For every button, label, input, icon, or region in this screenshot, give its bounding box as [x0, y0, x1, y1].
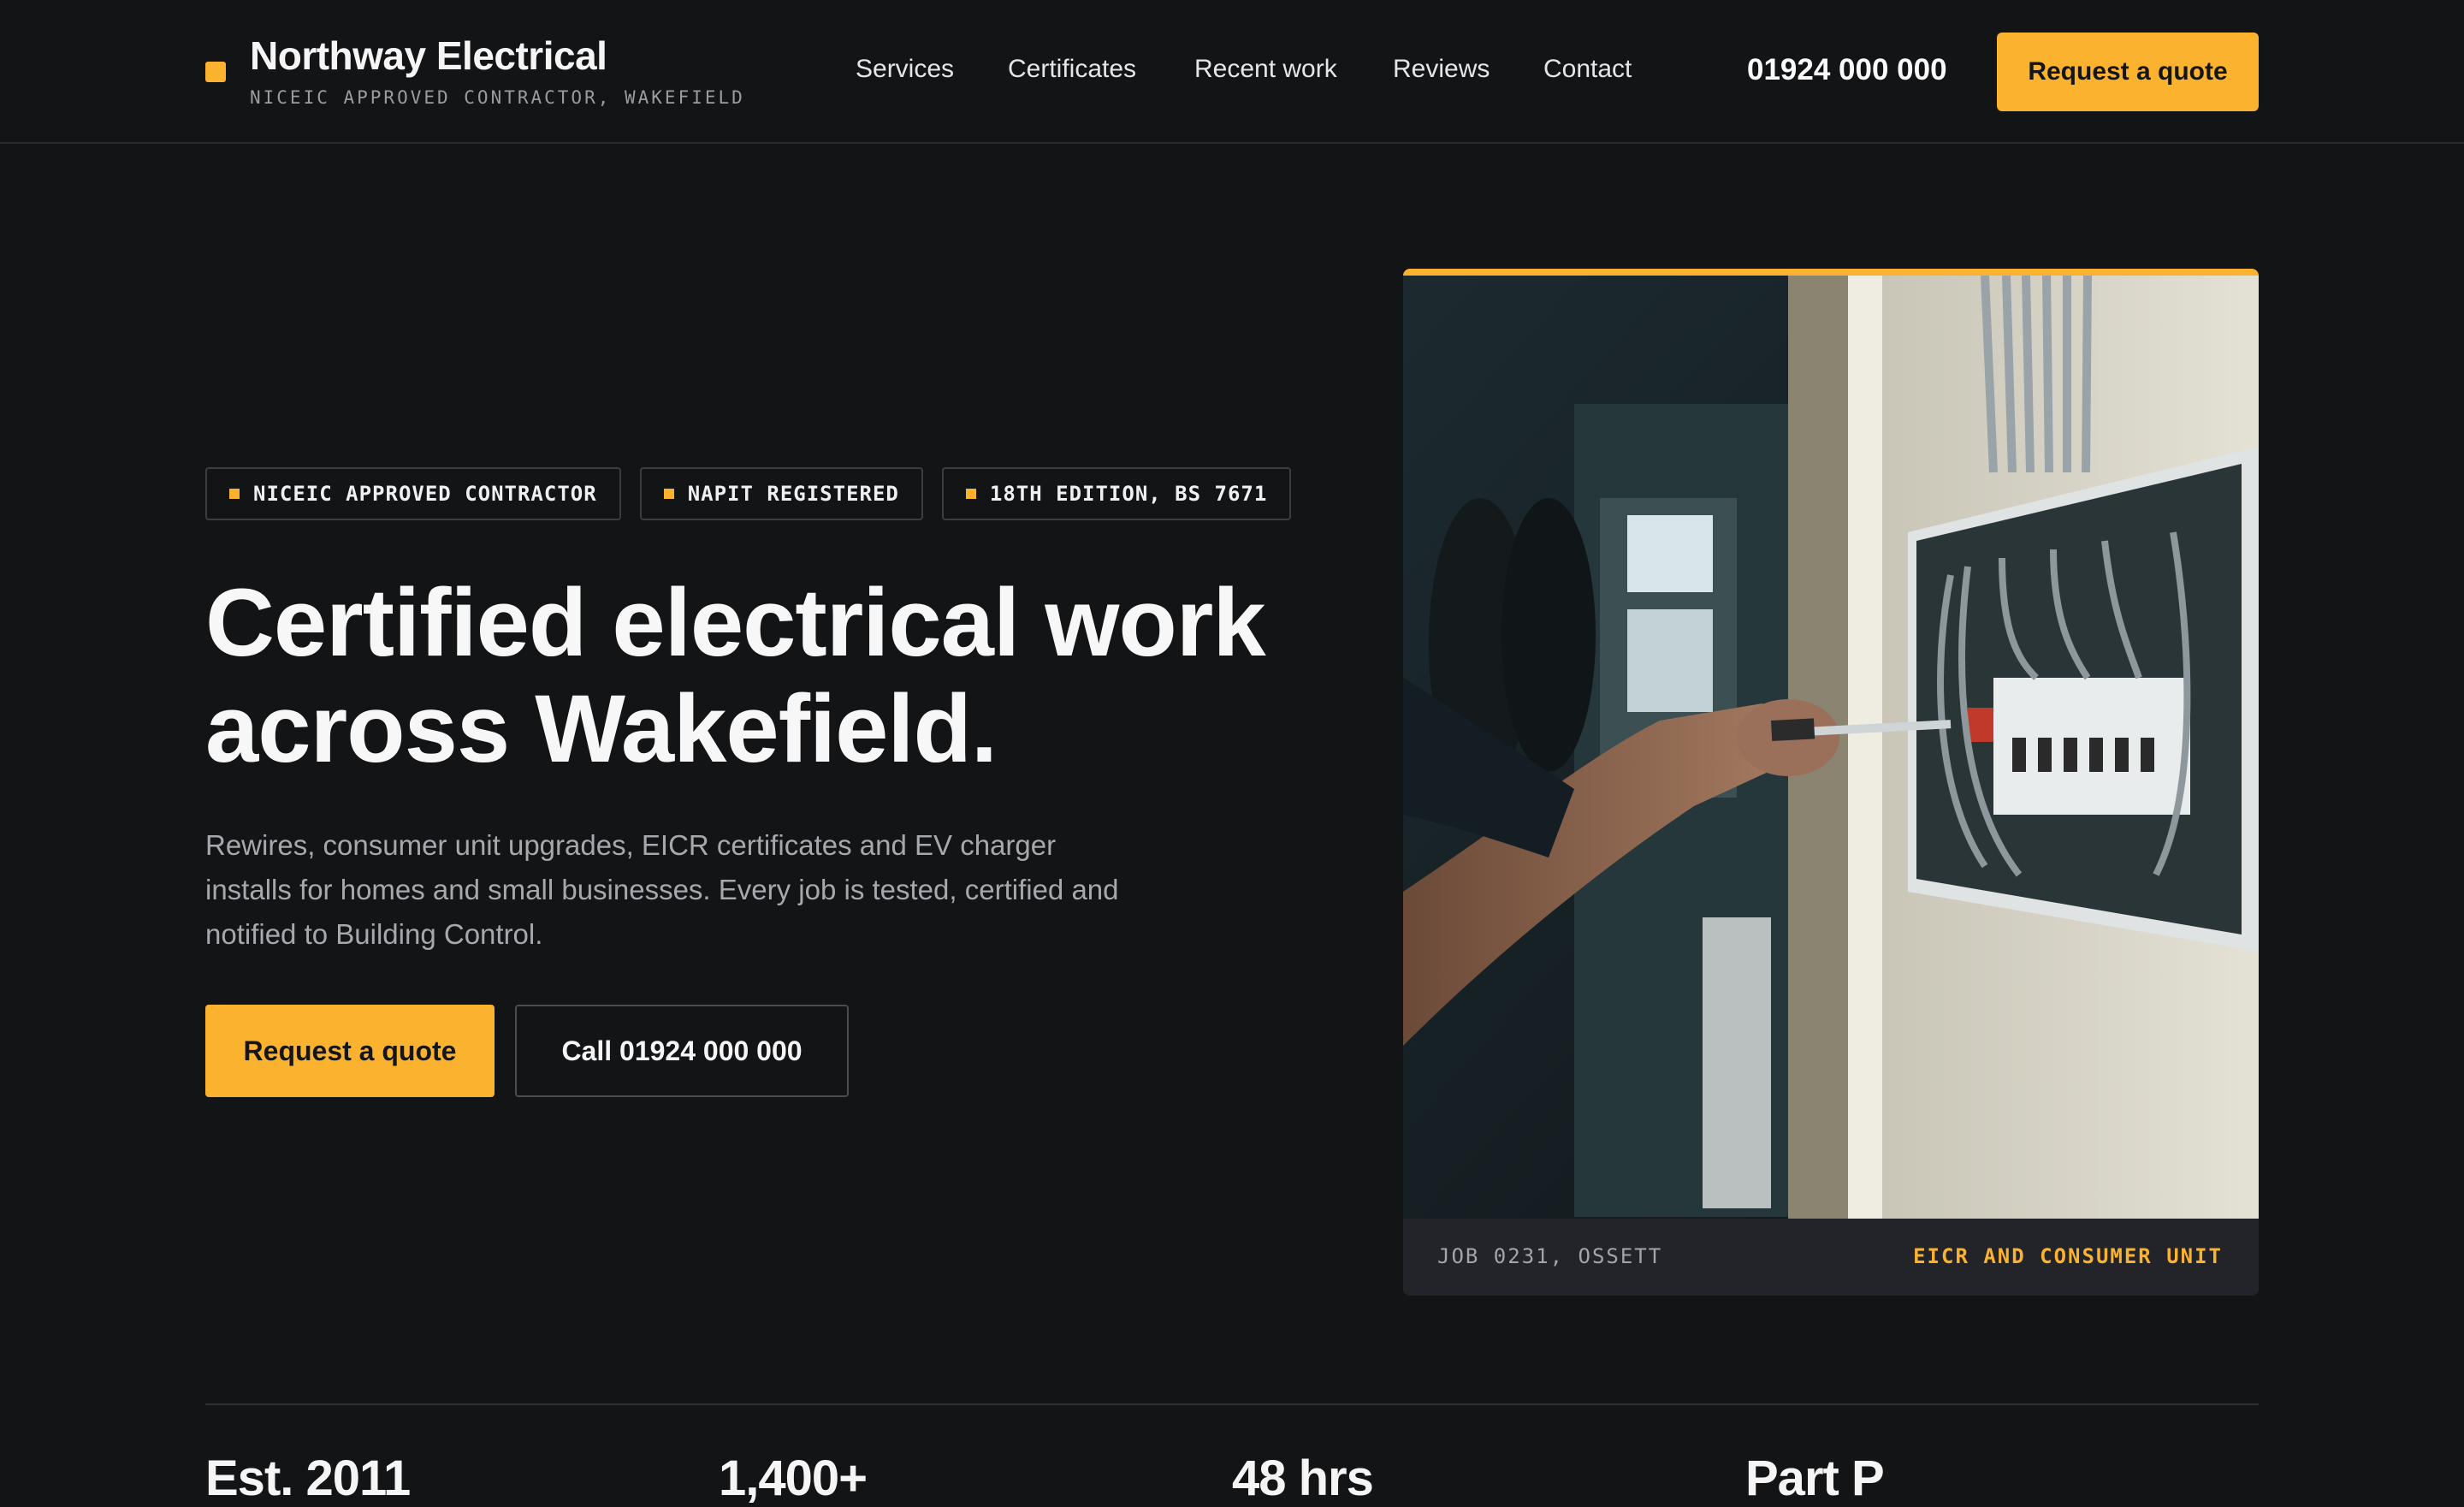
- nav-contact[interactable]: Contact: [1543, 55, 1632, 84]
- badge-label: NAPIT REGISTERED: [687, 482, 899, 506]
- job-photo-card: JOB 0231, OSSETT EICR AND CONSUMER UNIT: [1403, 269, 2259, 1296]
- photo-caption-service: EICR AND CONSUMER UNIT: [1913, 1244, 2223, 1268]
- logo-mark: [205, 62, 226, 82]
- photo-caption-job: JOB 0231, OSSETT: [1437, 1244, 1663, 1268]
- badge-18th-edition: 18TH EDITION, BS 7671: [941, 467, 1292, 520]
- hero-request-quote-button[interactable]: Request a quote: [205, 1005, 495, 1097]
- hero-call-button[interactable]: Call 01924 000 000: [515, 1005, 849, 1097]
- brand-tagline: NICEIC APPROVED CONTRACTOR, WAKEFIELD: [250, 87, 745, 108]
- header-request-quote-button[interactable]: Request a quote: [1997, 33, 2259, 111]
- badge-napit: NAPIT REGISTERED: [639, 467, 923, 520]
- nav-recent-work[interactable]: Recent work: [1194, 55, 1337, 84]
- stat-part-p: Part P: [1745, 1451, 1885, 1506]
- site-header: Northway Electrical NICEIC APPROVED CONT…: [0, 0, 2464, 144]
- badge-label: 18TH EDITION, BS 7671: [989, 482, 1268, 506]
- photo-caption-bar: JOB 0231, OSSETT EICR AND CONSUMER UNIT: [1403, 1219, 2259, 1296]
- accreditation-badges: NICEIC APPROVED CONTRACTOR NAPIT REGISTE…: [205, 467, 1292, 520]
- hero-title-line-2: across Wakefield.: [205, 675, 998, 782]
- hero-title: Certified electrical work across Wakefie…: [205, 570, 1335, 782]
- brand-name[interactable]: Northway Electrical: [250, 33, 607, 79]
- badge-square-icon: [229, 489, 240, 499]
- electrician-consumer-unit-photo: [1403, 276, 2259, 1219]
- stat-jobs: 1,400+: [719, 1451, 868, 1506]
- badge-square-icon: [663, 489, 674, 499]
- header-phone-link[interactable]: 01924 000 000: [1747, 53, 1947, 87]
- nav-certificates[interactable]: Certificates: [1008, 55, 1136, 84]
- stats-divider: [205, 1403, 2259, 1405]
- badge-square-icon: [965, 489, 976, 499]
- hero-subtitle: Rewires, consumer unit upgrades, EICR ce…: [205, 829, 1119, 950]
- hero-title-line-1: Certified electrical work: [205, 569, 1266, 676]
- stat-established: Est. 2011: [205, 1451, 411, 1506]
- stat-response-time: 48 hrs: [1232, 1451, 1374, 1506]
- badge-niceic: NICEIC APPROVED CONTRACTOR: [205, 467, 621, 520]
- nav-reviews[interactable]: Reviews: [1393, 55, 1490, 84]
- nav-services[interactable]: Services: [856, 55, 954, 84]
- badge-label: NICEIC APPROVED CONTRACTOR: [253, 482, 597, 506]
